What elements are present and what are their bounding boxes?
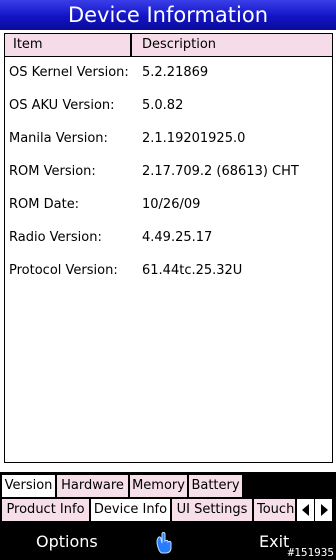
arrow-right-icon xyxy=(320,504,328,516)
exit-softkey[interactable]: Exit xyxy=(259,524,289,560)
tab-product-info[interactable]: Product Info xyxy=(2,499,90,521)
softkey-bar: Options Exit #151935 xyxy=(0,524,336,560)
row-description: 5.2.21869 xyxy=(142,65,209,80)
row-item: ROM Date: xyxy=(9,197,80,212)
row-description: 2.17.709.2 (68613) CHT xyxy=(142,164,299,179)
tab-strip-bottom: Product Info Device Info UI Settings Tou… xyxy=(0,499,336,522)
tab-memory[interactable]: Memory xyxy=(130,475,188,497)
content-area: Item Description OS Kernel Version: 5.2.… xyxy=(0,30,336,472)
tab-strip-top: Version Hardware Memory Battery xyxy=(0,475,336,499)
tab-touch[interactable]: Touch xyxy=(254,499,296,521)
list-row[interactable]: OS Kernel Version: 5.2.21869 xyxy=(5,56,332,89)
list-row[interactable]: Protocol Version: 61.44tc.25.32U xyxy=(5,254,332,287)
list-header: Item Description xyxy=(5,34,332,57)
tab-scroll-right-button[interactable] xyxy=(314,499,332,521)
row-description: 10/26/09 xyxy=(142,197,201,212)
row-description: 2.1.19201925.0 xyxy=(142,131,246,146)
arrow-left-icon xyxy=(301,504,309,516)
options-softkey[interactable]: Options xyxy=(36,524,98,560)
row-item: ROM Version: xyxy=(9,164,96,179)
row-item: Manila Version: xyxy=(9,131,108,146)
list-row[interactable]: OS AKU Version: 5.0.82 xyxy=(5,89,332,122)
row-description: 5.0.82 xyxy=(142,98,184,113)
column-header-description[interactable]: Description xyxy=(134,34,332,56)
tab-ui-settings[interactable]: UI Settings xyxy=(172,499,253,521)
row-item: Protocol Version: xyxy=(9,263,118,278)
row-description: 4.49.25.17 xyxy=(142,230,213,245)
row-item: Radio Version: xyxy=(9,230,102,245)
row-item: OS AKU Version: xyxy=(9,98,115,113)
list-row[interactable]: Radio Version: 4.49.25.17 xyxy=(5,221,332,254)
column-header-item[interactable]: Item xyxy=(5,34,132,56)
title-bar: Device Information xyxy=(0,0,336,30)
tab-hardware[interactable]: Hardware xyxy=(57,475,129,497)
row-item: OS Kernel Version: xyxy=(9,65,129,80)
device-info-list[interactable]: Item Description OS Kernel Version: 5.2.… xyxy=(4,33,333,463)
list-row[interactable]: ROM Version: 2.17.709.2 (68613) CHT xyxy=(5,155,332,188)
row-description: 61.44tc.25.32U xyxy=(142,263,243,278)
tab-battery[interactable]: Battery xyxy=(189,475,243,497)
tab-version[interactable]: Version xyxy=(2,475,56,497)
watermark-text: #151935 xyxy=(287,546,334,559)
touch-hand-icon[interactable] xyxy=(152,530,176,554)
window-title: Device Information xyxy=(67,3,269,27)
tab-scroll-left-button[interactable] xyxy=(296,499,314,521)
list-row[interactable]: ROM Date: 10/26/09 xyxy=(5,188,332,221)
list-row[interactable]: Manila Version: 2.1.19201925.0 xyxy=(5,122,332,155)
tab-device-info[interactable]: Device Info xyxy=(91,499,171,521)
